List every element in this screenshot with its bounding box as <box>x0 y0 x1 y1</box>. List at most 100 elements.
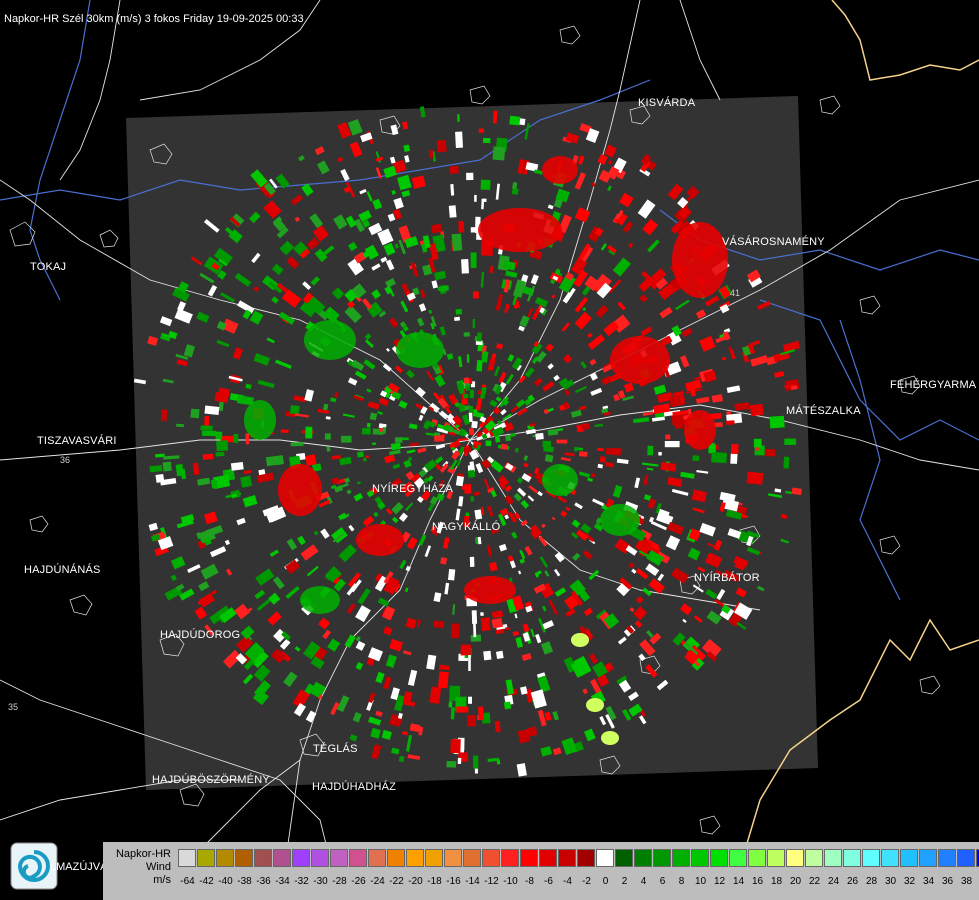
legend-tick-label: -34 <box>275 876 290 887</box>
radar-echo <box>495 650 504 660</box>
legend-swatch <box>292 849 310 867</box>
radar-echo <box>326 446 331 452</box>
radar-echo <box>469 556 475 567</box>
legend-swatch <box>311 849 329 867</box>
radar-echo <box>324 433 331 440</box>
radar-echo <box>457 114 460 122</box>
radar-echo <box>491 617 503 629</box>
legend-tick-label: 22 <box>808 876 821 887</box>
radar-echo-cluster <box>542 156 578 184</box>
city-label-hajdunanas: HAJDÚNÁNÁS <box>24 564 101 576</box>
legend-title-line1: Napkor-HR <box>115 848 171 860</box>
radar-echo <box>366 422 371 428</box>
radar-echo <box>503 701 512 710</box>
radar-echo <box>204 415 210 426</box>
legend-swatches <box>178 849 979 867</box>
radar-echo-cluster <box>600 504 640 536</box>
radar-echo <box>455 131 463 148</box>
radar-echo <box>446 760 457 768</box>
radar-echo <box>451 233 463 252</box>
legend-tick-label: -10 <box>503 876 518 887</box>
legend-tick-label: 20 <box>789 876 802 887</box>
city-label-nagykallo: NAGYKÁLLÓ <box>432 521 501 533</box>
radar-echo <box>382 426 387 434</box>
radar-echo <box>455 308 463 315</box>
radar-echo <box>485 440 492 447</box>
radar-echo <box>472 291 479 299</box>
legend-tick-label: -64 <box>180 876 195 887</box>
radar-echo <box>469 389 474 399</box>
radar-echo <box>458 221 465 233</box>
radar-echo <box>692 455 700 461</box>
legend-swatch <box>653 849 671 867</box>
legend-swatch <box>938 849 956 867</box>
radar-echo <box>240 475 253 488</box>
radar-echo <box>473 622 477 638</box>
radar-echo <box>361 427 371 435</box>
legend-tick-label: -22 <box>389 876 404 887</box>
legend-tick-label: -4 <box>563 876 572 887</box>
legend-tick-label: 34 <box>922 876 935 887</box>
radar-echo <box>448 205 457 218</box>
radar-echo <box>730 453 738 464</box>
legend-swatch <box>691 849 709 867</box>
radar-echo <box>461 258 469 274</box>
radar-echo <box>492 146 506 161</box>
legend-tick-label: -24 <box>370 876 385 887</box>
city-label-mateszalka: MÁTÉSZALKA <box>786 405 861 417</box>
radar-echo <box>340 435 352 443</box>
color-legend: Napkor-HR Wind m/s -64 -42 -40 -38 -36 -34 -32… <box>103 842 979 900</box>
legend-tick-label: 26 <box>846 876 859 887</box>
radar-echo <box>448 701 453 708</box>
radar-echo <box>305 454 317 466</box>
radar-echo <box>462 485 468 490</box>
radar-echo <box>245 433 250 445</box>
radar-echo <box>647 445 654 456</box>
legend-tick-label: 4 <box>640 876 647 887</box>
radar-echo <box>433 620 445 629</box>
radar-echo <box>711 452 727 464</box>
radar-echo <box>476 332 482 342</box>
radar-echo-cluster <box>304 320 356 360</box>
radar-echo-cluster <box>601 731 619 745</box>
legend-tick-label: -12 <box>484 876 499 887</box>
city-label-kisvarda: KISVÁRDA <box>638 97 696 109</box>
legend-swatch <box>596 849 614 867</box>
radar-echo-cluster <box>278 464 322 516</box>
radar-echo <box>434 435 445 442</box>
radar-echo <box>149 465 163 473</box>
radar-echo <box>456 706 469 713</box>
legend-swatch <box>197 849 215 867</box>
city-label-tokaj: TOKAJ <box>30 261 67 273</box>
radar-echo <box>783 456 790 469</box>
radar-echo <box>482 137 491 144</box>
radar-echo-cluster <box>610 336 670 384</box>
legend-tick-label: 10 <box>694 876 707 887</box>
legend-swatch <box>254 849 272 867</box>
legend-tick-label: -40 <box>218 876 233 887</box>
city-label-nyiregyhaza: NYÍREGYHÁZA <box>372 483 454 495</box>
radar-echo <box>725 420 735 425</box>
radar-echo <box>469 377 473 384</box>
legend-tick-label: 2 <box>621 876 628 887</box>
legend-tick-label: 0 <box>602 876 609 887</box>
legend-swatch <box>368 849 386 867</box>
legend-tick-label: 16 <box>751 876 764 887</box>
radar-echo <box>440 557 448 565</box>
radar-echo <box>597 447 604 452</box>
radar-echo <box>438 671 449 689</box>
legend-tick-label: -16 <box>446 876 461 887</box>
legend-swatch <box>406 849 424 867</box>
radar-echo <box>289 404 300 415</box>
radar-echo <box>467 715 477 727</box>
radar-echo <box>466 172 474 181</box>
legend-tick-label: -2 <box>582 876 591 887</box>
radar-echo <box>356 451 364 458</box>
legend-tick-label: 38 <box>960 876 973 887</box>
radar-echo <box>791 487 803 496</box>
radar-echo <box>468 412 473 423</box>
radar-echo <box>599 456 607 463</box>
radar-echo <box>480 612 484 616</box>
radar-echo <box>658 451 662 456</box>
river-tisza <box>29 0 91 301</box>
